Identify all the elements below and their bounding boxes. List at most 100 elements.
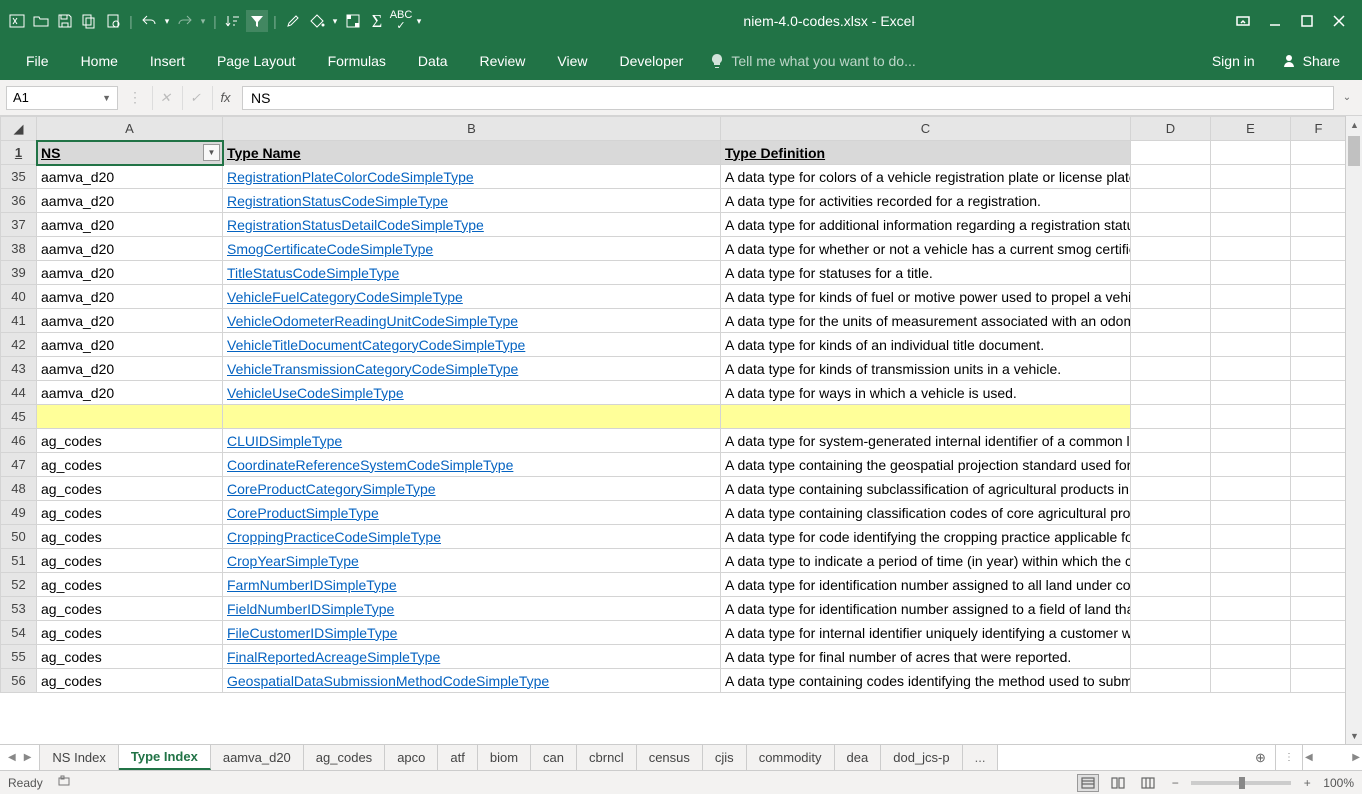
view-normal-button[interactable] bbox=[1077, 774, 1099, 792]
cell[interactable] bbox=[1291, 501, 1346, 525]
cell[interactable] bbox=[1291, 525, 1346, 549]
cell-ns[interactable]: ag_codes bbox=[37, 429, 223, 453]
cell-type-name[interactable]: CropYearSimpleType bbox=[223, 549, 721, 573]
autosum-icon[interactable]: Σ bbox=[366, 10, 388, 32]
cell-ns[interactable]: aamva_d20 bbox=[37, 261, 223, 285]
cell[interactable] bbox=[1211, 645, 1291, 669]
row-header[interactable]: 36 bbox=[1, 189, 37, 213]
row-header[interactable]: 44 bbox=[1, 381, 37, 405]
cell-type-name[interactable]: CLUIDSimpleType bbox=[223, 429, 721, 453]
type-link[interactable]: SmogCertificateCodeSimpleType bbox=[227, 241, 433, 257]
cell-ns[interactable]: ag_codes bbox=[37, 573, 223, 597]
cell[interactable] bbox=[1291, 669, 1346, 693]
cell[interactable] bbox=[1131, 405, 1211, 429]
cell-ns[interactable]: aamva_d20 bbox=[37, 237, 223, 261]
cell[interactable] bbox=[1211, 381, 1291, 405]
cell-type-name[interactable]: CoreProductSimpleType bbox=[223, 501, 721, 525]
type-link[interactable]: CropYearSimpleType bbox=[227, 553, 359, 569]
cell-type-definition[interactable]: A data type containing subclassification… bbox=[721, 477, 1131, 501]
cell[interactable] bbox=[223, 405, 721, 429]
row-header[interactable]: 43 bbox=[1, 357, 37, 381]
row-header[interactable]: 40 bbox=[1, 285, 37, 309]
row-header[interactable]: 42 bbox=[1, 333, 37, 357]
zoom-level[interactable]: 100% bbox=[1323, 776, 1354, 790]
type-link[interactable]: RegistrationPlateColorCodeSimpleType bbox=[227, 169, 474, 185]
cell[interactable] bbox=[1131, 501, 1211, 525]
cell[interactable] bbox=[1291, 189, 1346, 213]
cell-ns[interactable]: ag_codes bbox=[37, 525, 223, 549]
sheet-tab-census[interactable]: census bbox=[637, 745, 703, 770]
cell[interactable] bbox=[1211, 597, 1291, 621]
cancel-formula-icon[interactable]: ✕ bbox=[152, 86, 178, 110]
cell-type-definition[interactable]: A data type for code identifying the cro… bbox=[721, 525, 1131, 549]
cell-ns[interactable]: aamva_d20 bbox=[37, 357, 223, 381]
cell-type-definition[interactable]: A data type for statuses for a title. bbox=[721, 261, 1131, 285]
cell-type-name[interactable]: TitleStatusCodeSimpleType bbox=[223, 261, 721, 285]
ribbon-tab-formulas[interactable]: Formulas bbox=[312, 42, 402, 80]
sheet-tab-dod-jcs-p[interactable]: dod_jcs-p bbox=[881, 745, 962, 770]
type-link[interactable]: VehicleUseCodeSimpleType bbox=[227, 385, 404, 401]
cell[interactable] bbox=[1211, 453, 1291, 477]
type-link[interactable]: FileCustomerIDSimpleType bbox=[227, 625, 397, 641]
row-header[interactable]: 47 bbox=[1, 453, 37, 477]
cell-type-definition[interactable]: A data type to indicate a period of time… bbox=[721, 549, 1131, 573]
cell-C1[interactable]: Type Definition bbox=[721, 141, 1131, 165]
ribbon-tab-home[interactable]: Home bbox=[65, 42, 134, 80]
cell[interactable] bbox=[1291, 573, 1346, 597]
row-header[interactable]: 50 bbox=[1, 525, 37, 549]
ribbon-tab-developer[interactable]: Developer bbox=[604, 42, 700, 80]
scroll-up-icon[interactable]: ▲ bbox=[1346, 116, 1362, 133]
cell[interactable] bbox=[1131, 237, 1211, 261]
print-preview-icon[interactable] bbox=[102, 10, 124, 32]
cell[interactable] bbox=[37, 405, 223, 429]
undo-icon[interactable] bbox=[138, 10, 160, 32]
cell[interactable] bbox=[1131, 621, 1211, 645]
cell[interactable] bbox=[1291, 477, 1346, 501]
cell[interactable] bbox=[1211, 573, 1291, 597]
cell-ns[interactable]: ag_codes bbox=[37, 477, 223, 501]
row-header[interactable]: 38 bbox=[1, 237, 37, 261]
row-header[interactable]: 45 bbox=[1, 405, 37, 429]
type-link[interactable]: RegistrationStatusDetailCodeSimpleType bbox=[227, 217, 484, 233]
cell-ns[interactable]: ag_codes bbox=[37, 501, 223, 525]
ribbon-tab-review[interactable]: Review bbox=[464, 42, 542, 80]
cell-type-name[interactable]: VehicleOdometerReadingUnitCodeSimpleType bbox=[223, 309, 721, 333]
fill-dropdown-icon[interactable]: ▾ bbox=[330, 10, 340, 32]
type-link[interactable]: CroppingPracticeCodeSimpleType bbox=[227, 529, 441, 545]
row-header[interactable]: 1 bbox=[1, 141, 37, 165]
ribbon-tab-insert[interactable]: Insert bbox=[134, 42, 201, 80]
spellcheck-icon[interactable]: ABC✓ bbox=[390, 10, 412, 32]
cell[interactable] bbox=[1131, 669, 1211, 693]
cell[interactable] bbox=[1291, 237, 1346, 261]
cell-type-name[interactable]: RegistrationStatusDetailCodeSimpleType bbox=[223, 213, 721, 237]
cell-ns[interactable]: aamva_d20 bbox=[37, 213, 223, 237]
cell-ns[interactable]: ag_codes bbox=[37, 549, 223, 573]
cell[interactable] bbox=[1291, 285, 1346, 309]
cell[interactable] bbox=[1131, 573, 1211, 597]
cell-ns[interactable]: ag_codes bbox=[37, 645, 223, 669]
cell[interactable] bbox=[1211, 501, 1291, 525]
cell[interactable] bbox=[1131, 645, 1211, 669]
cell[interactable] bbox=[1131, 477, 1211, 501]
sheet-tab-aamva-d20[interactable]: aamva_d20 bbox=[211, 745, 304, 770]
cell-ns[interactable]: aamva_d20 bbox=[37, 189, 223, 213]
cell[interactable] bbox=[721, 405, 1131, 429]
row-header[interactable]: 51 bbox=[1, 549, 37, 573]
cell[interactable] bbox=[1211, 213, 1291, 237]
cell-type-definition[interactable]: A data type for final number of acres th… bbox=[721, 645, 1131, 669]
cell-type-definition[interactable]: A data type for kinds of transmission un… bbox=[721, 357, 1131, 381]
cell-type-definition[interactable]: A data type for the units of measurement… bbox=[721, 309, 1131, 333]
col-header-F[interactable]: F bbox=[1291, 117, 1346, 141]
conditional-format-icon[interactable] bbox=[342, 10, 364, 32]
hscroll-right-icon[interactable]: ▶ bbox=[1352, 752, 1360, 763]
hscroll-left-icon[interactable]: ◀ bbox=[1305, 752, 1313, 763]
cell[interactable] bbox=[1291, 165, 1346, 189]
row-header[interactable]: 39 bbox=[1, 261, 37, 285]
cell-type-name[interactable]: CoordinateReferenceSystemCodeSimpleType bbox=[223, 453, 721, 477]
cell-type-name[interactable]: FileCustomerIDSimpleType bbox=[223, 621, 721, 645]
cell[interactable] bbox=[1131, 285, 1211, 309]
cell-type-name[interactable]: FieldNumberIDSimpleType bbox=[223, 597, 721, 621]
macro-record-icon[interactable] bbox=[57, 774, 71, 791]
type-link[interactable]: VehicleOdometerReadingUnitCodeSimpleType bbox=[227, 313, 518, 329]
cell[interactable] bbox=[1131, 453, 1211, 477]
